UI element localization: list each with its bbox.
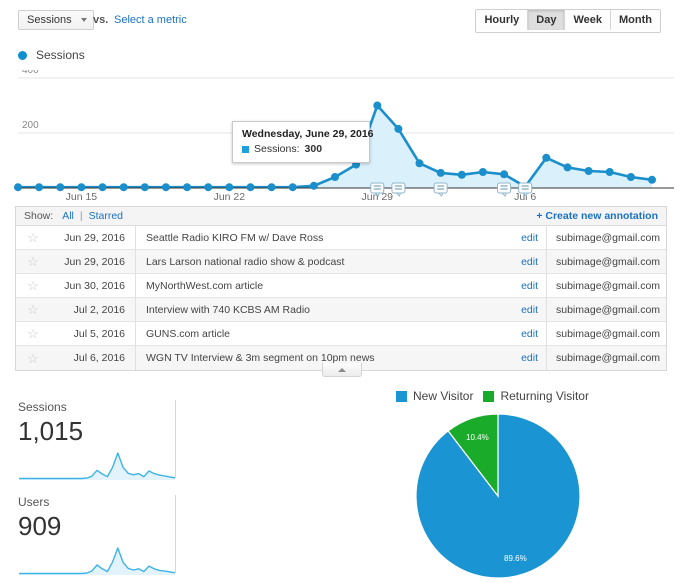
vs-label: vs. xyxy=(93,14,109,26)
annotation-date: Jul 2, 2016 xyxy=(73,303,125,316)
svg-text:200: 200 xyxy=(22,120,39,131)
returning-visitor-swatch-icon xyxy=(483,390,495,402)
table-row[interactable]: ☆ Jul 5, 2016 GUNS.com article edit subimage… xyxy=(16,322,666,346)
annotation-text: GUNS.com article xyxy=(135,322,504,345)
annotations-collapse-handle[interactable] xyxy=(322,363,362,377)
star-icon[interactable]: ☆ xyxy=(16,255,50,268)
table-row[interactable]: ☆ Jul 2, 2016 Interview with 740 KCBS AM R… xyxy=(16,298,666,322)
chevron-down-icon xyxy=(80,18,87,22)
granularity-month-button[interactable]: Month xyxy=(611,10,660,30)
annotation-edit-link[interactable]: edit xyxy=(504,328,546,340)
granularity-hourly-button[interactable]: Hourly xyxy=(476,10,529,30)
chart-toolbar: Sessions vs. Select a metric Hourly Day … xyxy=(0,0,682,40)
sessions-summary-label: Sessions xyxy=(18,400,67,414)
visitor-type-legend: New Visitor Returning Visitor xyxy=(396,389,589,403)
star-icon[interactable]: ☆ xyxy=(16,327,50,340)
granularity-toggle-group: Hourly Day Week Month xyxy=(475,9,661,33)
legend-item-returning-visitor[interactable]: Returning Visitor xyxy=(483,389,589,403)
users-summary-value: 909 xyxy=(18,511,62,541)
tooltip-metric-label: Sessions: xyxy=(254,143,300,155)
series-legend-label: Sessions xyxy=(36,48,85,62)
visitor-type-pie-svg xyxy=(415,413,581,579)
create-new-annotation-link[interactable]: + Create new annotation xyxy=(536,210,658,222)
annotation-date: Jun 29, 2016 xyxy=(64,231,125,244)
table-row[interactable]: ☆ Jun 30, 2016 MyNorthWest.com article edit… xyxy=(16,274,666,298)
annotation-owner: subimage@gmail.com xyxy=(546,274,666,297)
annotation-date: Jul 6, 2016 xyxy=(73,352,125,364)
annotations-filter-separator: | xyxy=(79,210,83,222)
chevron-up-icon xyxy=(338,367,346,372)
tooltip-swatch-icon xyxy=(242,145,249,153)
annotation-edit-link[interactable]: edit xyxy=(504,304,546,316)
annotation-owner: subimage@gmail.com xyxy=(546,250,666,273)
annotation-owner: subimage@gmail.com xyxy=(546,226,666,249)
tooltip-date-title: Wednesday, June 29, 2016 xyxy=(242,128,374,140)
table-row[interactable]: ☆ Jun 29, 2016 Seattle Radio KIRO FM w/ Da… xyxy=(16,226,666,250)
metric-select-dropdown[interactable]: Sessions xyxy=(18,10,94,30)
annotations-row-list: ☆ Jun 29, 2016 Seattle Radio KIRO FM w/ Da… xyxy=(16,226,666,370)
users-card-divider xyxy=(175,495,176,573)
metric-select-label: Sessions xyxy=(27,14,72,26)
annotation-edit-link[interactable]: edit xyxy=(504,232,546,244)
sessions-summary-value: 1,015 xyxy=(18,416,84,446)
annotation-owner: subimage@gmail.com xyxy=(546,322,666,345)
granularity-week-button[interactable]: Week xyxy=(565,10,612,30)
new-visitor-legend-label: New Visitor xyxy=(413,389,474,403)
svg-text:400: 400 xyxy=(22,70,39,76)
annotation-edit-link[interactable]: edit xyxy=(504,352,546,364)
annotations-panel: Show: All | Starred + Create new annotat… xyxy=(15,206,667,371)
granularity-day-button[interactable]: Day xyxy=(528,10,566,30)
tooltip-metric-row: Sessions: 300 xyxy=(242,143,360,155)
annotation-edit-link[interactable]: edit xyxy=(504,280,546,292)
legend-item-new-visitor[interactable]: New Visitor xyxy=(396,389,473,403)
series-legend[interactable]: Sessions xyxy=(18,48,85,62)
svg-text:Jun 22: Jun 22 xyxy=(214,191,246,203)
annotation-owner: subimage@gmail.com xyxy=(546,298,666,321)
annotation-edit-link[interactable]: edit xyxy=(504,256,546,268)
sessions-card-divider xyxy=(175,400,176,478)
returning-visitor-legend-label: Returning Visitor xyxy=(500,389,589,403)
annotation-text: Lars Larson national radio show & podcas… xyxy=(135,250,504,273)
annotation-text: MyNorthWest.com article xyxy=(135,274,504,297)
annotation-owner: subimage@gmail.com xyxy=(546,346,666,370)
annotations-header: Show: All | Starred + Create new annotat… xyxy=(16,207,666,226)
annotations-show-label: Show: xyxy=(24,210,54,222)
users-sparkline xyxy=(19,547,176,575)
annotation-text: WGN TV Interview & 3m segment on 10pm ne… xyxy=(135,346,504,370)
users-summary-label: Users xyxy=(18,495,50,509)
visitor-type-pie-chart[interactable] xyxy=(414,412,582,583)
sessions-sparkline xyxy=(19,452,176,480)
annotation-text: Seattle Radio KIRO FM w/ Dave Ross xyxy=(135,226,504,249)
annotation-text: Interview with 740 KCBS AM Radio xyxy=(135,298,504,321)
chart-tooltip: Wednesday, June 29, 2016 Sessions: 300 xyxy=(232,121,374,163)
star-icon[interactable]: ☆ xyxy=(16,352,50,365)
users-summary-card[interactable]: Users 909 xyxy=(18,495,176,582)
annotation-date: Jul 5, 2016 xyxy=(73,327,125,340)
star-icon[interactable]: ☆ xyxy=(16,303,50,316)
star-icon[interactable]: ☆ xyxy=(16,231,50,244)
star-icon[interactable]: ☆ xyxy=(16,279,50,292)
annotations-filter-starred[interactable]: Starred xyxy=(89,210,123,222)
new-visitor-swatch-icon xyxy=(396,390,407,402)
tooltip-metric-value: 300 xyxy=(304,143,323,155)
annotation-date: Jun 29, 2016 xyxy=(64,255,125,268)
sessions-summary-card[interactable]: Sessions 1,015 xyxy=(18,400,176,487)
select-metric-link[interactable]: Select a metric xyxy=(114,14,187,26)
annotation-date: Jun 30, 2016 xyxy=(64,279,125,292)
table-row[interactable]: ☆ Jun 29, 2016 Lars Larson national radio … xyxy=(16,250,666,274)
annotations-filter-all[interactable]: All xyxy=(62,210,74,222)
svg-text:Jun 15: Jun 15 xyxy=(66,191,98,203)
series-legend-dot-icon xyxy=(18,50,27,60)
